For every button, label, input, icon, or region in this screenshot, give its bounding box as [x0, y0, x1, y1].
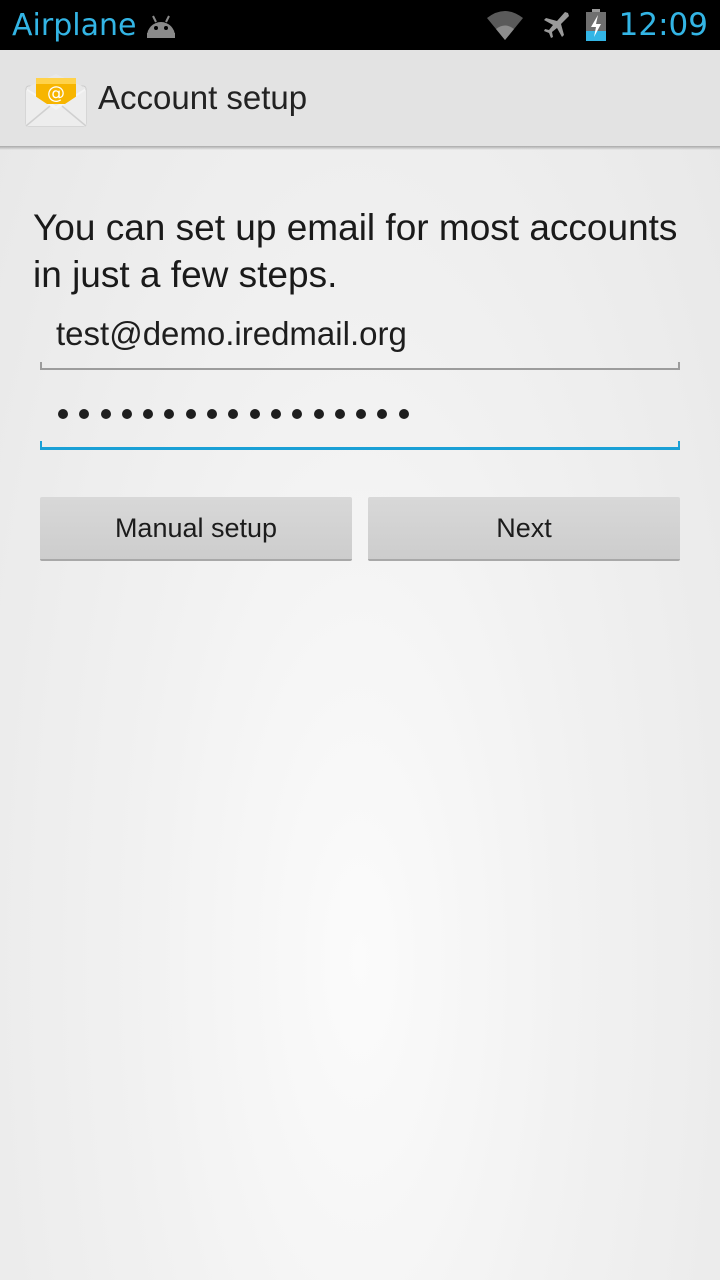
status-bar: Airplane 12:09 — [0, 0, 720, 50]
airplane-icon — [543, 12, 569, 38]
next-button[interactable]: Next — [368, 497, 680, 561]
password-dot — [143, 409, 154, 419]
password-dot — [185, 409, 196, 419]
email-field[interactable]: test@demo.iredmail.org — [40, 308, 680, 370]
password-field[interactable] — [40, 388, 680, 450]
password-dot — [207, 409, 218, 419]
email-field-value: test@demo.iredmail.org — [56, 315, 407, 352]
password-dot — [270, 409, 281, 419]
password-dot — [398, 409, 409, 419]
email-field-underline — [40, 362, 680, 370]
password-dot — [121, 409, 132, 419]
airplane-mode-notice: Airplane — [12, 7, 137, 43]
setup-intro-text: You can set up email for most accounts i… — [33, 207, 678, 295]
password-dot — [164, 409, 175, 419]
password-field-underline — [40, 441, 680, 450]
password-dot — [228, 409, 239, 419]
password-dot — [79, 409, 90, 419]
password-dot — [356, 409, 367, 419]
svg-text:@: @ — [47, 83, 65, 104]
password-dot — [377, 409, 388, 419]
android-icon — [147, 15, 176, 38]
clock: 12:09 — [618, 7, 708, 43]
wifi-icon — [486, 11, 523, 40]
manual-setup-button[interactable]: Manual setup — [40, 497, 352, 561]
action-bar-shadow — [0, 146, 720, 150]
action-bar: @ Account setup — [0, 50, 720, 146]
password-dot — [334, 409, 345, 419]
password-dot — [58, 409, 68, 419]
status-notification-area: Airplane — [12, 0, 178, 50]
password-dot — [249, 409, 260, 419]
page-title: Account setup — [98, 79, 308, 116]
password-dot — [313, 409, 324, 419]
password-masked-value — [58, 388, 420, 440]
status-system-icons: 12:09 — [485, 0, 708, 50]
password-dot — [100, 409, 111, 419]
password-dot — [292, 409, 303, 419]
battery-charging-icon — [585, 9, 606, 41]
email-app-icon[interactable]: @ — [24, 72, 88, 128]
